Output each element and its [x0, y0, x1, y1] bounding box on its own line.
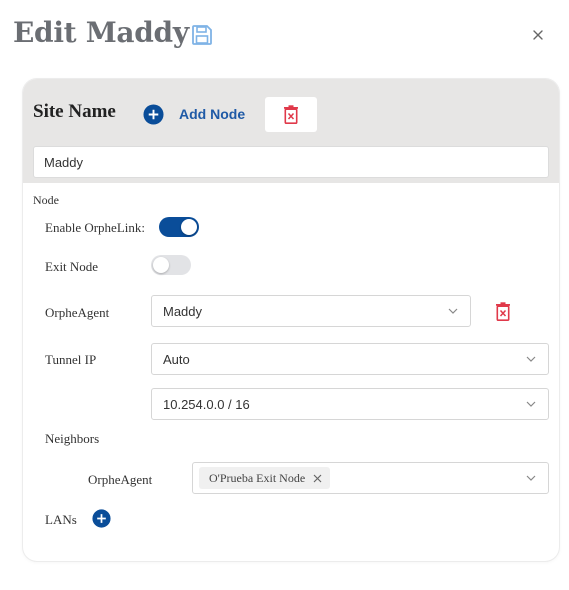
neighbors-label: Neighbors	[45, 431, 100, 446]
exit-node-toggle[interactable]	[151, 255, 191, 275]
orpheagent-label: OrpheAgent	[45, 305, 110, 320]
remove-agent-trash-icon[interactable]	[495, 302, 511, 321]
add-node-label: Add Node	[179, 106, 246, 122]
site-name-label: Site Name	[33, 101, 116, 122]
lans-label: LANs	[45, 512, 77, 527]
add-node-button[interactable]: Add Node	[143, 103, 245, 125]
site-name-input[interactable]	[33, 146, 549, 178]
trash-icon	[284, 105, 298, 124]
plus-circle-icon	[143, 103, 164, 125]
neighbor-tag-label: O'Prueba Exit Node	[209, 470, 306, 485]
enable-orphelink-label: Enable OrpheLink:	[45, 220, 145, 235]
tunnel-ip-subnet-select[interactable]: 10.254.0.0 / 16	[151, 388, 549, 420]
orpheagent-value: Maddy	[163, 304, 203, 319]
tunnel-ip-label: Tunnel IP	[45, 352, 97, 367]
site-header-panel: Site Name Add Node	[23, 79, 559, 183]
exit-node-label: Exit Node	[45, 259, 99, 274]
orpheagent-select[interactable]: Maddy	[151, 295, 471, 327]
tag-remove-icon[interactable]	[313, 474, 322, 483]
tunnel-ip-subnet-value: 10.254.0.0 / 16	[163, 397, 250, 412]
tunnel-ip-mode-value: Auto	[163, 352, 190, 367]
toggle-knob	[181, 219, 197, 235]
enable-orphelink-toggle[interactable]	[159, 217, 199, 237]
page-title: Edit Maddy	[13, 16, 189, 49]
neighbors-orpheagent-select[interactable]: O'Prueba Exit Node	[192, 462, 549, 494]
chevron-down-icon	[448, 308, 458, 314]
neighbors-orpheagent-label: OrpheAgent	[88, 472, 153, 487]
save-icon[interactable]	[191, 24, 213, 46]
chevron-down-icon	[526, 356, 536, 362]
neighbor-tag: O'Prueba Exit Node	[199, 467, 331, 489]
toggle-knob	[153, 257, 169, 273]
chevron-down-icon	[526, 475, 536, 481]
tunnel-ip-mode-select[interactable]: Auto	[151, 343, 549, 375]
add-lan-icon[interactable]	[92, 509, 111, 528]
edit-site-card: Site Name Add Node Node Enable OrpheLink…	[23, 79, 559, 561]
delete-site-button[interactable]	[265, 97, 317, 132]
chevron-down-icon	[526, 401, 536, 407]
close-icon[interactable]	[530, 27, 546, 43]
node-section-label: Node	[33, 193, 59, 207]
